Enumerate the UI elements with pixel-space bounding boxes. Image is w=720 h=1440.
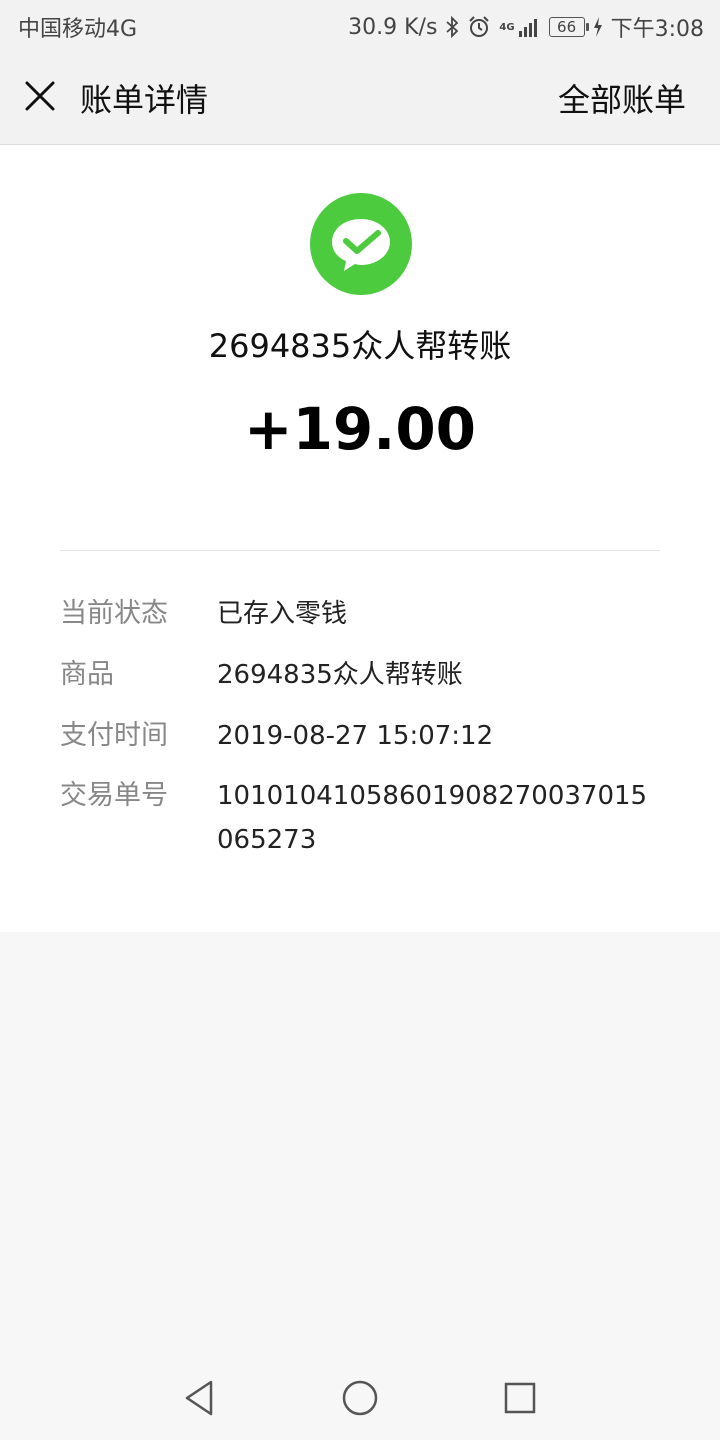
home-button[interactable] xyxy=(340,1378,380,1418)
wechat-pay-icon xyxy=(310,193,412,295)
detail-label: 商品 xyxy=(60,659,114,690)
merchant-name: 2694835众人帮转账 xyxy=(208,327,512,365)
detail-label: 支付时间 xyxy=(60,720,168,751)
alarm-icon xyxy=(467,15,491,39)
recents-icon xyxy=(504,1382,536,1414)
close-icon xyxy=(25,81,55,111)
recents-button[interactable] xyxy=(500,1378,540,1418)
all-bills-link[interactable]: 全部账单 xyxy=(558,75,686,121)
back-icon xyxy=(185,1380,213,1416)
detail-value: 已存入零钱 xyxy=(217,599,348,629)
charging-icon xyxy=(593,17,603,37)
navigation-bar xyxy=(0,1360,720,1440)
detail-label: 交易单号 xyxy=(60,780,168,811)
detail-label: 当前状态 xyxy=(60,598,168,629)
home-icon xyxy=(342,1380,378,1416)
close-button[interactable] xyxy=(22,78,58,114)
network-speed: 30.9 K/s xyxy=(348,14,438,40)
status-right: 30.9 K/s 4G 66 下午3:08 xyxy=(348,11,704,43)
detail-value: 2019-08-27 15:07:12 xyxy=(217,721,494,751)
divider xyxy=(60,550,660,551)
bluetooth-icon xyxy=(445,16,459,38)
battery-level: 66 xyxy=(557,18,577,36)
status-bar: 中国移动4G 30.9 K/s 4G 66 下午3:08 xyxy=(0,0,720,50)
transaction-amount: +19.00 xyxy=(243,395,477,463)
signal-network-label: 4G xyxy=(499,21,515,33)
back-button[interactable] xyxy=(180,1378,220,1418)
page-title: 账单详情 xyxy=(80,81,209,119)
title-bar: 账单详情 全部账单 xyxy=(0,50,720,145)
battery-icon: 66 xyxy=(548,17,589,37)
detail-value: 2694835众人帮转账 xyxy=(217,660,463,690)
signal-icon: 4G xyxy=(499,16,540,38)
carrier-label: 中国移动4G xyxy=(18,17,138,42)
detail-value[interactable]: 10101041058601908270037015065273 xyxy=(217,774,662,862)
clock: 下午3:08 xyxy=(610,17,704,42)
bill-detail-card: 2694835众人帮转账 +19.00 当前状态 已存入零钱 商品 269483… xyxy=(0,145,720,932)
